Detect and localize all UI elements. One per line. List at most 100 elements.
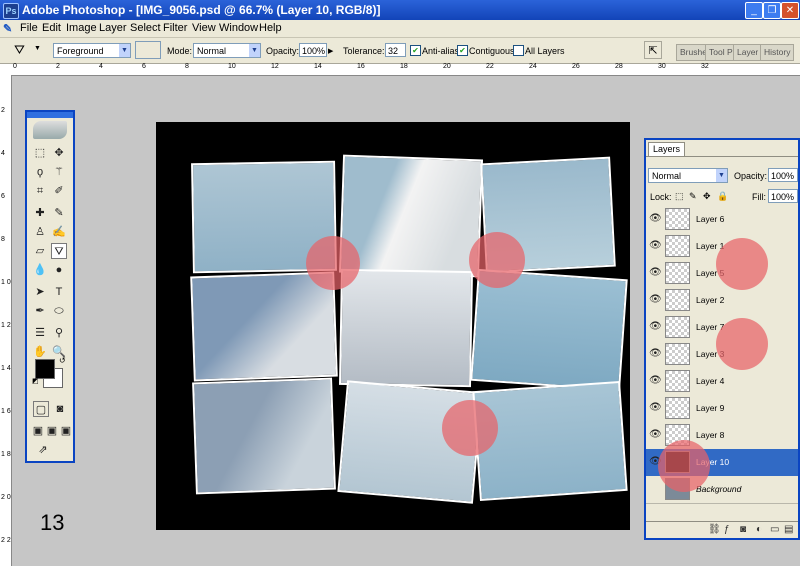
anti-alias-label: Anti-alias [422, 46, 460, 56]
layers-opacity-field[interactable]: 100% [768, 168, 798, 182]
lock-all-icon[interactable]: 🔒 [717, 191, 728, 202]
ruler-number: 8 [1, 236, 5, 243]
path-selection-icon[interactable]: ➤ [32, 284, 48, 300]
standard-mode-icon[interactable]: ▢ [33, 401, 49, 417]
menu-file[interactable]: File [20, 22, 38, 34]
marquee-icon[interactable]: ⬚ [32, 145, 48, 161]
toolbox-title-bar[interactable] [27, 112, 73, 118]
menu-edit[interactable]: Edit [42, 22, 61, 34]
opacity-arrow-icon[interactable]: ▶ [328, 47, 333, 55]
ruler-number: 10 [228, 63, 236, 70]
layer-style-icon[interactable]: ƒ [724, 524, 730, 536]
type-icon[interactable]: T [51, 284, 67, 300]
eye-icon[interactable]: 👁 [649, 349, 662, 359]
menu-view[interactable]: View [192, 22, 216, 34]
layer-thumbnail [665, 208, 690, 230]
blur-icon[interactable]: 💧 [32, 262, 48, 278]
restore-button[interactable]: ❐ [763, 2, 781, 19]
crop-icon[interactable]: ⌗ [32, 183, 48, 199]
eye-icon[interactable]: 👁 [649, 403, 662, 413]
quick-mask-icon[interactable]: ◙ [52, 401, 68, 417]
lock-position-icon[interactable]: ✥ [703, 191, 711, 202]
document-canvas[interactable] [156, 122, 630, 530]
tool-preset-dropdown-icon[interactable]: ▼ [34, 45, 41, 52]
move-icon[interactable]: ✥ [51, 145, 67, 161]
tab-layers[interactable]: Layers [648, 142, 686, 156]
shape-icon[interactable]: ⬭ [51, 303, 67, 319]
magic-wand-icon[interactable]: ⚚ [51, 164, 67, 180]
jump-to-imageready-icon[interactable]: ⇗ [35, 442, 51, 458]
ruler-number: 1 6 [1, 408, 11, 415]
eye-icon[interactable]: 👁 [649, 376, 662, 386]
paint-bucket-icon[interactable]: ⛛ [51, 243, 67, 259]
file-browser-icon[interactable]: ⇱ [644, 41, 662, 59]
menu-select[interactable]: Select [130, 22, 161, 34]
menu-image[interactable]: Image [66, 22, 97, 34]
adjustment-layer-icon[interactable]: ◐ [756, 524, 762, 536]
menu-filter[interactable]: Filter [163, 22, 187, 34]
ruler-number: 0 [13, 63, 17, 70]
new-group-icon[interactable]: ▭ [770, 524, 779, 536]
eye-icon[interactable]: 👁 [649, 241, 662, 251]
palette-well-history[interactable]: History [760, 44, 795, 61]
paint-bucket-icon[interactable]: ⛛ [14, 42, 25, 58]
tolerance-label: Tolerance: [343, 46, 385, 56]
ruler-number: 2 2 [1, 537, 11, 544]
default-colors-icon[interactable]: ◩ [32, 377, 39, 385]
brush-icon[interactable]: ✎ [51, 205, 67, 221]
layer-row[interactable]: 👁 Layer 2 [646, 287, 798, 315]
clone-stamp-icon[interactable]: ♙ [32, 224, 48, 240]
layer-row[interactable]: 👁 Layer 4 [646, 368, 798, 396]
minimize-button[interactable]: _ [745, 2, 763, 19]
lock-image-icon[interactable]: ✎ [689, 191, 697, 202]
eye-icon[interactable]: 👁 [649, 322, 662, 332]
layer-mask-icon[interactable]: ◙ [740, 524, 746, 536]
healing-brush-icon[interactable]: ✚ [32, 205, 48, 221]
close-button[interactable]: ✕ [781, 2, 799, 19]
opacity-field[interactable]: 100% [299, 43, 327, 57]
eye-icon[interactable]: 👁 [649, 268, 662, 278]
menu-layer[interactable]: Layer [99, 22, 127, 34]
lasso-icon[interactable]: ϙ [32, 164, 48, 180]
ruler-number: 22 [486, 63, 494, 70]
contiguous-label: Contiguous [469, 46, 515, 56]
pen-icon[interactable]: ✒ [32, 303, 48, 319]
notes-icon[interactable]: ☰ [32, 325, 48, 341]
lock-transparency-icon[interactable]: ⬚ [675, 191, 684, 202]
slice-icon[interactable]: ✐ [51, 183, 67, 199]
fill-source-select[interactable]: Foreground ▼ [53, 43, 131, 58]
all-layers-checkbox[interactable] [513, 45, 524, 56]
tolerance-field[interactable]: 32 [385, 43, 406, 57]
foreground-color-front[interactable] [35, 359, 55, 379]
mode-select[interactable]: Normal ▼ [193, 43, 261, 58]
eye-icon[interactable]: 👁 [649, 214, 662, 224]
window-title: Adobe Photoshop - [IMG_9056.psd @ 66.7% … [22, 3, 381, 17]
feather-logo-icon[interactable] [33, 121, 67, 139]
anti-alias-checkbox[interactable]: ✔ [410, 45, 421, 56]
eraser-icon[interactable]: ▱ [32, 243, 48, 259]
new-layer-icon[interactable]: ▤ [784, 524, 793, 536]
palette-well-tool-presets[interactable]: Tool P [705, 44, 737, 61]
contiguous-checkbox[interactable]: ✔ [457, 45, 468, 56]
layer-row[interactable]: 👁 Layer 9 [646, 395, 798, 423]
layer-name: Layer 6 [696, 214, 725, 224]
eye-icon[interactable] [649, 484, 661, 494]
menu-window[interactable]: Window [219, 22, 258, 34]
eye-icon[interactable]: 👁 [649, 430, 662, 440]
eyedropper-icon[interactable]: ⚲ [51, 325, 67, 341]
pattern-swatch[interactable] [135, 41, 161, 59]
link-icon[interactable]: ⛓ [708, 524, 721, 536]
blend-mode-select[interactable]: Normal ▼ [648, 168, 728, 183]
full-screen-icon[interactable]: ▣ [58, 423, 74, 439]
eye-icon[interactable]: 👁 [649, 295, 662, 305]
dodge-icon[interactable]: ● [51, 262, 67, 278]
swap-colors-icon[interactable]: ↺ [59, 356, 66, 365]
palette-well-layer-comps[interactable]: Layer [733, 44, 763, 61]
menu-help[interactable]: Help [259, 22, 282, 34]
history-brush-icon[interactable]: ✍ [51, 224, 67, 240]
hand-icon[interactable]: ✋ [32, 344, 48, 360]
layer-row[interactable]: 👁 Layer 6 [646, 206, 798, 234]
menu-bar: ✎ File Edit Image Layer Select Filter Vi… [0, 20, 800, 38]
fill-field[interactable]: 100% [768, 189, 798, 203]
ruler-number: 20 [443, 63, 451, 70]
